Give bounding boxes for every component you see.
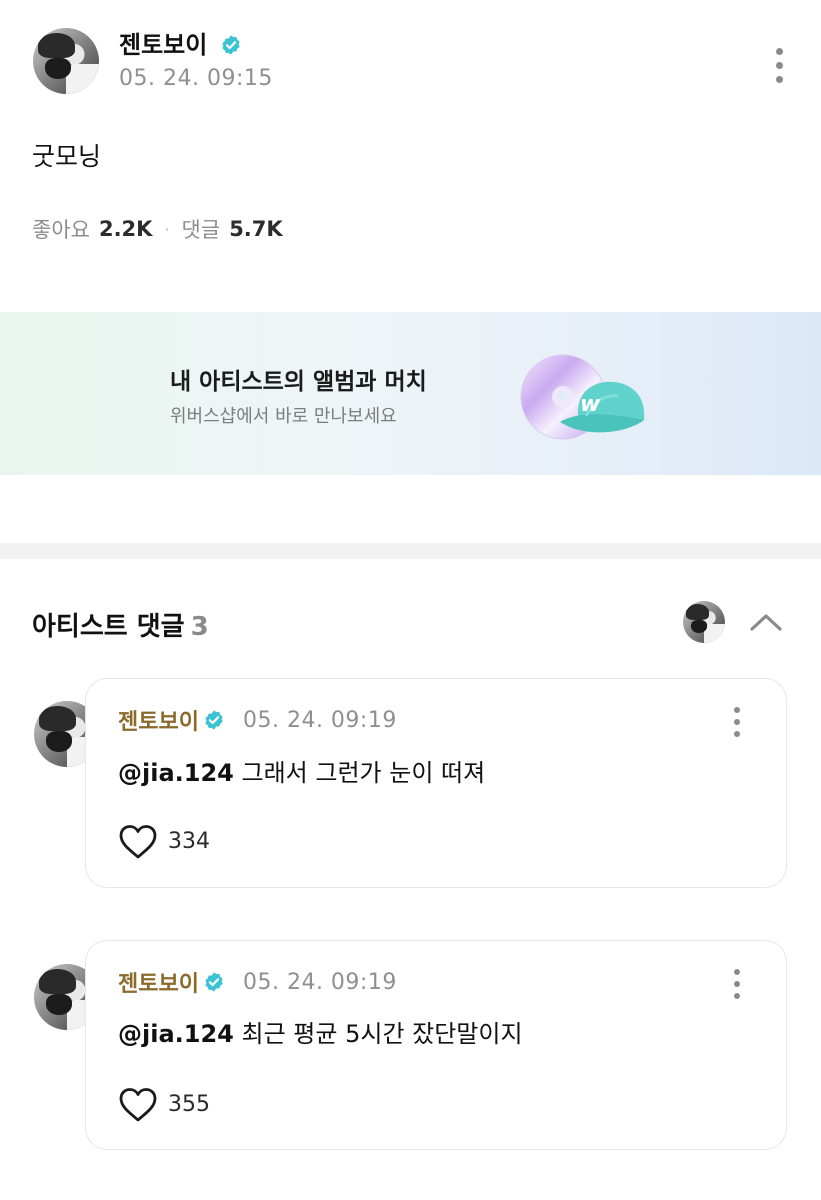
post-author-avatar[interactable]: [33, 28, 99, 94]
comment-text: @jia.124 그래서 그런가 눈이 떠져: [118, 753, 485, 788]
post-more-icon[interactable]: [774, 48, 784, 83]
comment-header: 젠토보이 05. 24. 09:19: [118, 966, 397, 998]
artist-avatar-small[interactable]: [683, 601, 725, 643]
post-stats: 좋아요 2.2K · 댓글 5.7K: [32, 214, 283, 244]
post-timestamp: 05. 24. 09:15: [119, 66, 273, 91]
section-divider: [0, 543, 821, 559]
comment-more-icon[interactable]: [732, 707, 742, 737]
comment-more-icon[interactable]: [732, 969, 742, 999]
banner-title[interactable]: 내 아티스트의 앨범과 머치: [170, 362, 427, 396]
post-author-name[interactable]: 젠토보이: [119, 31, 207, 59]
post-author-name-row[interactable]: 젠토보이: [119, 25, 242, 60]
comment-body: 그래서 그런가 눈이 떠져: [241, 759, 486, 787]
artist-comments-heading: 아티스트 댓글 3: [32, 606, 209, 643]
comments-count[interactable]: 5.7K: [229, 217, 282, 241]
comment-mention[interactable]: @jia.124: [118, 759, 234, 787]
stats-separator: ·: [164, 219, 170, 239]
likes-label: 좋아요: [32, 218, 90, 242]
heart-icon[interactable]: [118, 824, 158, 860]
post-body-text: 굿모닝: [32, 142, 102, 171]
comment-author-name[interactable]: 젠토보이: [118, 966, 199, 998]
comment-author-name[interactable]: 젠토보이: [118, 704, 199, 736]
artist-comments-title: 아티스트 댓글: [32, 612, 185, 642]
comment-header: 젠토보이 05. 24. 09:19: [118, 704, 397, 736]
comment-like-count: 334: [168, 829, 210, 854]
heart-icon[interactable]: [118, 1087, 158, 1123]
likes-count: 2.2K: [98, 217, 153, 241]
comment-like-count: 355: [168, 1092, 210, 1117]
verified-badge-icon: [222, 34, 240, 55]
banner-subtitle[interactable]: 위버스샵에서 바로 만나보세요: [170, 402, 397, 428]
chevron-up-icon[interactable]: [749, 610, 783, 634]
comment-text: @jia.124 최근 평균 5시간 잤단말이지: [118, 1014, 523, 1049]
comment-body: 최근 평균 5시간 잤단말이지: [241, 1020, 523, 1048]
cap-logo: w: [580, 392, 601, 417]
comment-timestamp: 05. 24. 09:19: [242, 707, 397, 733]
verified-badge-icon: [205, 710, 223, 730]
verified-badge-icon: [205, 972, 223, 992]
comment-mention[interactable]: @jia.124: [118, 1020, 234, 1048]
cap-icon: [560, 381, 645, 433]
comments-label[interactable]: 댓글: [182, 214, 221, 244]
artist-comments-count: 3: [190, 612, 209, 642]
comment-timestamp: 05. 24. 09:19: [242, 969, 397, 995]
